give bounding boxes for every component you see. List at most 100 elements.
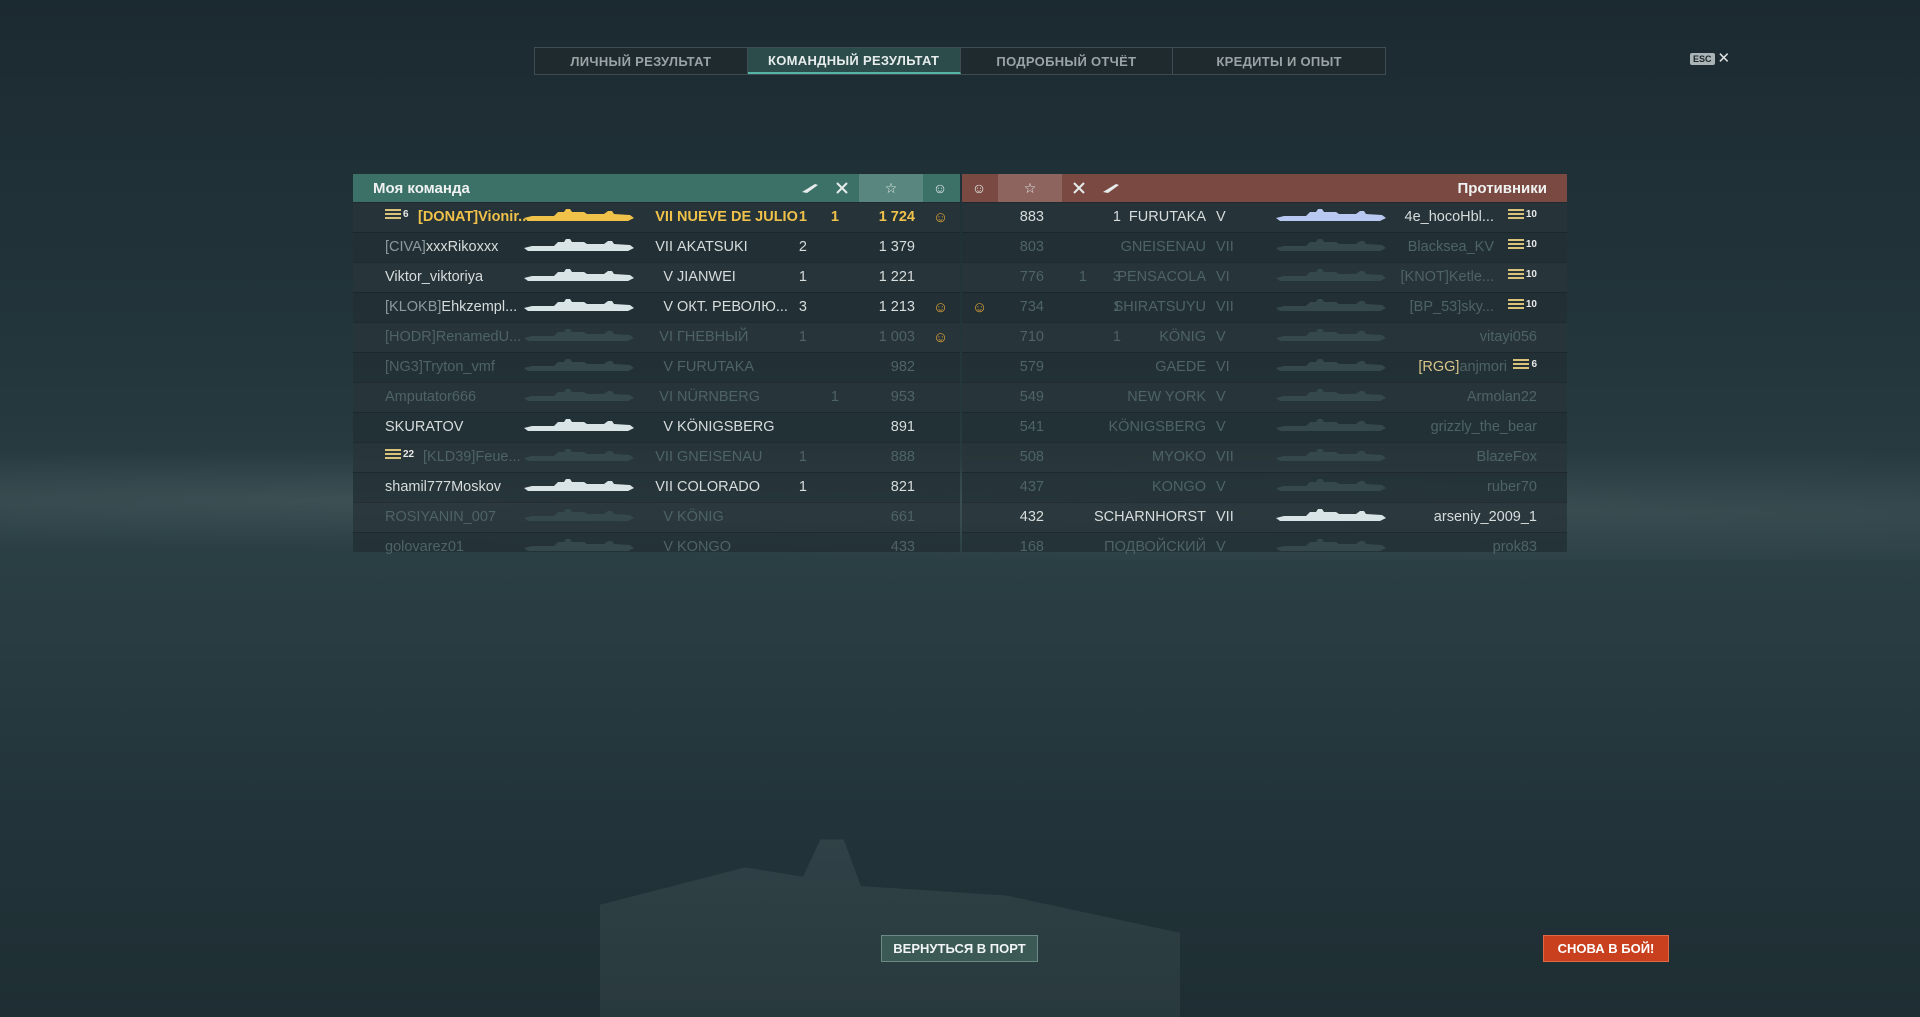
table-row[interactable]: ROSIYANIN_007 V KÖNIG 661 xyxy=(353,502,960,532)
table-row[interactable]: shamil777Moskov VII COLORADO 1 821 xyxy=(353,472,960,502)
result-tabs: ЛИЧНЫЙ РЕЗУЛЬТАТ КОМАНДНЫЙ РЕЗУЛЬТАТ ПОД… xyxy=(534,47,1386,75)
table-row[interactable]: 437 KONGO Vruber70 xyxy=(962,472,1567,502)
ship-silhouette xyxy=(1276,479,1386,491)
table-row[interactable]: 22 [KLD39]Feue... VII GNEISENAU 1 888 xyxy=(353,442,960,472)
table-row[interactable]: 579 GAEDE VI [RGG]anjmori 6 xyxy=(962,352,1567,382)
enemy-team-table: ☺ ☆ Противники 883 1 FURUTAKA V 4e_hocoHbl..… xyxy=(962,174,1567,555)
tab-personal-result[interactable]: ЛИЧНЫЙ РЕЗУЛЬТАТ xyxy=(535,48,748,74)
player-nick: ROSIYANIN_007 xyxy=(385,509,496,525)
rank-number: 10 xyxy=(1525,299,1537,310)
ship-name: ОКТ. РЕВОЛЮ... xyxy=(677,299,788,315)
table-row[interactable]: SKURATOV V KÖNIGSBERG 891 xyxy=(353,412,960,442)
base-xp-score: 579 xyxy=(1019,359,1044,375)
base-xp-score: 432 xyxy=(1019,509,1044,525)
player-name: [HODR]RenamedU... xyxy=(385,329,521,345)
table-row[interactable]: ☺ 734 1 SHIRATSUYU VII [BP_53]sky... 10 xyxy=(962,292,1567,322)
battle-again-button[interactable]: СНОВА В БОЙ! xyxy=(1543,935,1669,962)
base-xp-score: 982 xyxy=(890,359,915,375)
clan-tag: [RGG] xyxy=(1418,359,1460,375)
return-to-port-button[interactable]: ВЕРНУТЬСЯ В ПОРТ xyxy=(881,935,1038,962)
table-row[interactable]: [CIVA]xxxRikoxxx VII AKATSUKI 2 1 379 xyxy=(353,232,960,262)
close-icon: ✕ xyxy=(1717,50,1731,67)
plane-kill-icon xyxy=(827,174,857,202)
table-row[interactable]: 541 KÖNIGSBERG Vgrizzly_the_bear xyxy=(962,412,1567,442)
ship-name: COLORADO xyxy=(677,479,760,495)
ship-name: KONGO xyxy=(1152,479,1206,495)
table-row[interactable]: 776 1 3 PENSACOLA VI [KNOT]Ketle... 10 xyxy=(962,262,1567,292)
clan-tag: [DONAT] xyxy=(418,209,479,225)
table-row[interactable]: 508 MYOKO VII BlazeFox xyxy=(962,442,1567,472)
table-row[interactable]: [HODR]RenamedU... VI ГНЕВНЫЙ 1 1 003 ☺ xyxy=(353,322,960,352)
ship-silhouette xyxy=(524,419,634,431)
enemy-team-title: Противники xyxy=(1457,180,1547,197)
table-row[interactable]: 432 SCHARNHORST VII arseniy_2009_1 xyxy=(962,502,1567,532)
tab-detailed-report[interactable]: ПОДРОБНЫЙ ОТЧЁТ xyxy=(961,48,1174,74)
player-name: [BP_53]sky... xyxy=(1410,299,1494,315)
player-name: Armolan22 xyxy=(1467,389,1537,405)
table-row[interactable]: 710 1 KÖNIG Vvitayi056 xyxy=(962,322,1567,352)
ship-tier: V xyxy=(1216,329,1226,345)
ship-silhouette xyxy=(524,299,634,311)
ship-kill-icon xyxy=(1096,174,1126,202)
player-name: [NG3]Tryton_vmf xyxy=(385,359,495,375)
player-nick: anjmori xyxy=(1459,359,1507,375)
table-row[interactable]: 6 [DONAT]Vionir... VII NUEVE DE JULIO 1 1 1 72… xyxy=(353,202,960,232)
ship-name: GAEDE xyxy=(1155,359,1206,375)
ship-tier: VII xyxy=(655,449,673,465)
ship-tier: VII xyxy=(1216,509,1234,525)
rank-number: 10 xyxy=(1525,269,1537,280)
rank-number: 10 xyxy=(1525,239,1537,250)
player-name: Blacksea_KV xyxy=(1408,239,1494,255)
rank-badge: 10 xyxy=(1507,299,1537,310)
table-row[interactable]: [NG3]Tryton_vmf V FURUTAKA 982 xyxy=(353,352,960,382)
table-row[interactable]: 549 NEW YORK V Armolan22 xyxy=(962,382,1567,412)
planes-destroyed: 1 xyxy=(830,209,839,225)
close-button[interactable]: ESC ✕ xyxy=(1690,51,1730,66)
ship-tier: V xyxy=(1216,419,1226,435)
ship-kill-icon xyxy=(795,174,825,202)
table-row[interactable]: Viktor_viktoriya V JIANWEI 1 1 221 xyxy=(353,262,960,292)
rank-number: 22 xyxy=(403,449,415,460)
rank-badge: 10 xyxy=(1507,209,1537,220)
ship-tier: VII xyxy=(655,209,673,225)
clan-tag: [HODR] xyxy=(385,329,436,345)
ship-name: KÖNIGSBERG xyxy=(677,419,775,435)
player-nick: shamil777Moskov xyxy=(385,479,502,495)
ship-tier: V xyxy=(663,419,673,435)
table-row[interactable]: 803 GNEISENAU VII Blacksea_KV 10 xyxy=(962,232,1567,262)
ship-name: SHIRATSUYU xyxy=(1113,299,1206,315)
player-nick: Tryton_vmf xyxy=(422,359,495,375)
player-name: [CIVA]xxxRikoxxx xyxy=(385,239,498,255)
rank-badge: 6 xyxy=(1513,359,1537,370)
ship-name: KÖNIG xyxy=(1159,329,1206,345)
player-nick: Armolan22 xyxy=(1466,389,1537,405)
ship-silhouette xyxy=(1276,329,1386,341)
table-row[interactable]: 168 ПОДВОЙСКИЙ Vprok83 xyxy=(962,532,1567,562)
rank-number: 10 xyxy=(1525,209,1537,220)
table-row[interactable]: 883 1 FURUTAKA V 4e_hocoHbl... 10 xyxy=(962,202,1567,232)
ship-name: KONGO xyxy=(677,539,731,555)
tab-team-result[interactable]: КОМАНДНЫЙ РЕЗУЛЬТАТ xyxy=(747,48,961,74)
ship-silhouette xyxy=(1276,509,1386,521)
tab-credits-xp[interactable]: КРЕДИТЫ И ОПЫТ xyxy=(1173,48,1385,74)
base-xp-score: 734 xyxy=(1019,299,1044,315)
plane-kill-icon xyxy=(1064,174,1094,202)
player-nick: sky... xyxy=(1461,299,1494,315)
ship-name: FURUTAKA xyxy=(677,359,755,375)
table-row[interactable]: [KLOKB]Ehkzempl... V ОКТ. РЕВОЛЮ... 3 1 213 ☺ xyxy=(353,292,960,322)
base-xp-score: 1 003 xyxy=(878,329,915,345)
rank-badge: 22 xyxy=(385,449,414,460)
player-nick: ruber70 xyxy=(1487,479,1537,495)
clan-tag: [CIVA] xyxy=(385,239,426,255)
ship-tier: VI xyxy=(659,329,673,345)
smile-icon: ☺ xyxy=(971,180,987,196)
table-row[interactable]: Amputator666 VI NÜRNBERG 1 953 xyxy=(353,382,960,412)
ship-name: GNEISENAU xyxy=(1120,239,1206,255)
player-name: Viktor_viktoriya xyxy=(385,269,483,285)
player-nick: BlazeFox xyxy=(1476,449,1537,465)
smile-icon: ☺ xyxy=(933,329,949,346)
ship-name: KÖNIGSBERG xyxy=(1108,419,1207,435)
player-name: arseniy_2009_1 xyxy=(1434,509,1537,525)
player-name: [RGG]anjmori xyxy=(1418,359,1507,375)
table-row[interactable]: golovarez01 V KONGO 433 xyxy=(353,532,960,562)
